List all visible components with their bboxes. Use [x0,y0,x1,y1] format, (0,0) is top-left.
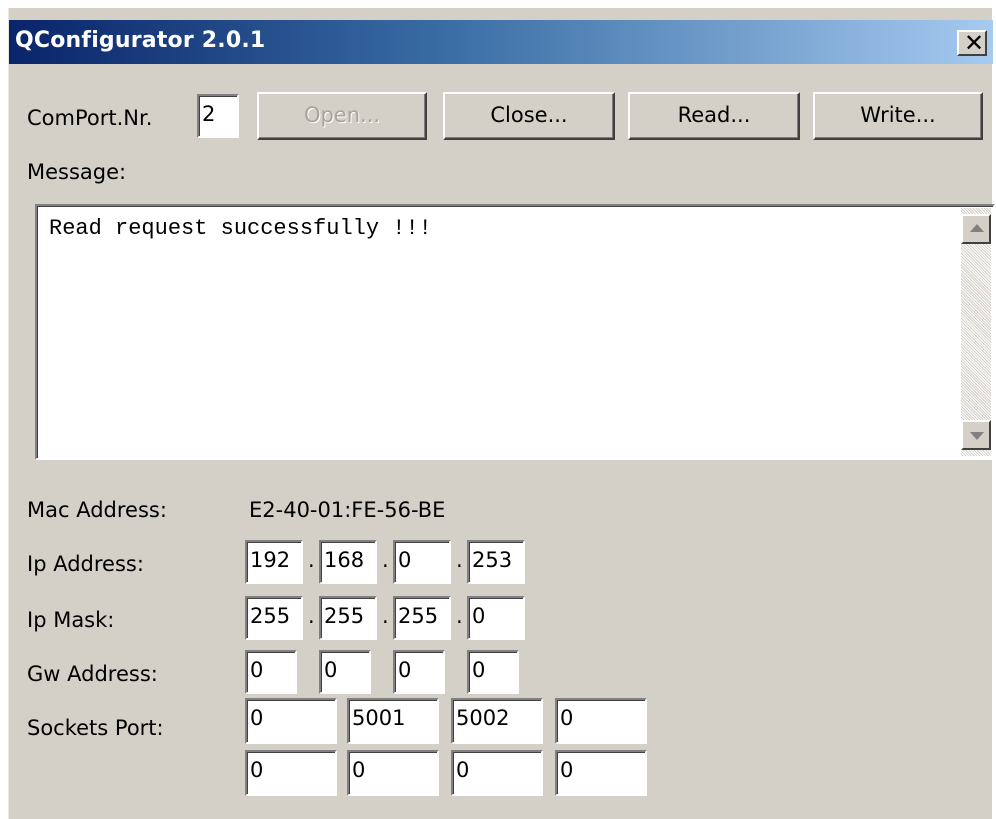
socket-port-field[interactable]: 0 [555,698,647,744]
message-text: Read request successfully !!! [49,216,432,241]
comport-number-field[interactable]: 2 [197,94,239,138]
ip-octet-2[interactable]: 168 [319,540,377,584]
close-window-button[interactable]: ✕ [957,29,987,57]
gw-octet-1[interactable]: 0 [245,650,297,694]
ip-mask-label: Ip Mask: [27,608,115,632]
mask-separator: . [308,604,315,628]
window-title: QConfigurator 2.0.1 [15,28,266,53]
read-button[interactable]: Read... [628,92,800,140]
write-button[interactable]: Write... [813,92,983,140]
ip-octet-1[interactable]: 192 [245,540,303,584]
arrow-down-icon [970,432,984,440]
close-port-button[interactable]: Close... [443,92,615,140]
close-icon: ✕ [964,29,985,57]
mask-octet-4[interactable]: 0 [467,596,525,640]
comport-label: ComPort.Nr. [27,106,153,130]
gw-octet-4[interactable]: 0 [467,650,519,694]
mask-octet-3[interactable]: 255 [393,596,451,640]
gw-octet-2[interactable]: 0 [319,650,371,694]
mask-octet-1[interactable]: 255 [245,596,303,640]
mac-address-label: Mac Address: [27,498,167,522]
socket-port-field[interactable]: 0 [555,750,647,796]
scroll-up-button[interactable] [961,214,991,244]
ip-octet-4[interactable]: 253 [467,540,525,584]
ip-separator: . [382,548,389,572]
mask-separator: . [382,604,389,628]
ip-octet-3[interactable]: 0 [393,540,451,584]
gw-address-label: Gw Address: [27,662,158,686]
socket-port-field[interactable]: 5002 [451,698,543,744]
arrow-up-icon [970,224,984,232]
socket-port-field[interactable]: 5001 [347,698,439,744]
open-button[interactable]: Open... [257,92,427,140]
socket-port-field[interactable]: 0 [245,698,337,744]
mask-separator: . [456,604,463,628]
gw-octet-3[interactable]: 0 [393,650,445,694]
message-scrollbar[interactable] [961,208,991,456]
ip-separator: . [308,548,315,572]
mask-octet-2[interactable]: 255 [319,596,377,640]
message-textarea[interactable]: Read request successfully !!! [35,204,995,460]
socket-port-field[interactable]: 0 [245,750,337,796]
mac-address-value: E2-40-01:FE-56-BE [249,498,446,522]
title-bar[interactable]: QConfigurator 2.0.1 ✕ [9,20,993,64]
qconfigurator-window: QConfigurator 2.0.1 ✕ ComPort.Nr. 2 Open… [8,8,995,819]
sockets-port-label: Sockets Port: [27,716,164,740]
socket-port-field[interactable]: 0 [451,750,543,796]
socket-port-field[interactable]: 0 [347,750,439,796]
ip-address-label: Ip Address: [27,552,144,576]
message-label: Message: [27,160,127,184]
ip-separator: . [456,548,463,572]
scroll-down-button[interactable] [961,420,991,450]
